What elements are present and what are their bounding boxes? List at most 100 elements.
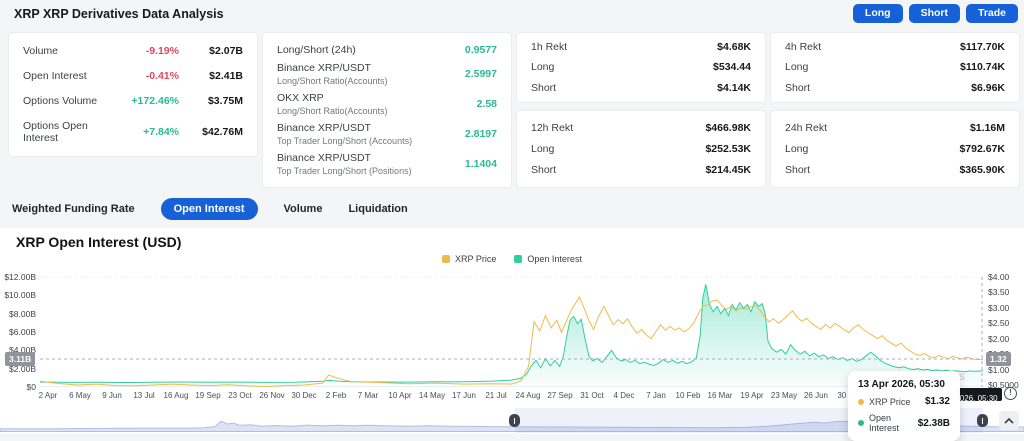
legend-swatch-green [514,255,523,263]
rekt-1h-card: 1h Rekt $4.68K Long $534.44 Short $4.14K [516,32,766,103]
legend-item-open-interest[interactable]: Open Interest [514,254,582,264]
ratio-row-binance-accounts: Binance XRP/USDT Long/Short Ratio(Accoun… [277,62,497,86]
tab-weighted-funding-rate[interactable]: Weighted Funding Rate [12,203,135,215]
left-axis-tick: $0 [26,381,36,392]
x-axis-tick: 7 Mar [357,391,379,400]
x-axis-tick: 9 Jun [102,391,122,400]
long-button[interactable]: Long [852,4,903,23]
rekt-12h-card: 12h Rekt $466.98K Long $252.53K Short $214.… [516,110,766,188]
rekt-short-label: Short [531,81,557,94]
chart-title: XRP Open Interest (USD) [16,234,182,250]
x-axis-tick: 26 Jun [803,391,829,400]
rekt-short-label: Short [785,164,811,177]
ratio-label: Binance XRP/USDT [277,122,371,134]
stat-value: $2.41B [209,70,243,83]
tooltip-label: XRP Price [869,396,911,407]
rekt-total: $4.68K [717,41,751,54]
rekt-title: 4h Rekt [785,41,822,54]
navigator-right-handle[interactable] [977,414,988,427]
ratio-value: 2.58 [476,98,497,110]
tooltip-row-open-interest: Open Interest $2.38B [858,413,950,433]
chevron-up-icon [1004,417,1014,424]
chart-tabs: Weighted Funding Rate Open Interest Volu… [12,196,408,222]
short-button[interactable]: Short [908,4,960,23]
main-plot[interactable] [40,272,983,387]
tooltip-value: $1.32 [924,396,950,407]
rekt-total: $466.98K [705,121,751,134]
collapse-navigator-button[interactable] [999,411,1019,430]
x-axis-tick: 24 Aug [515,391,541,400]
rekt-4h-card: 4h Rekt $117.70K Long $110.74K Short $6.96K [770,32,1020,103]
rekt-short-value: $365.90K [959,164,1005,177]
rekt-long-label: Long [785,61,809,74]
rekt-long-label: Long [785,142,809,155]
open-interest-area [40,284,983,387]
left-axis-tick: $8.00B [9,308,36,319]
right-axis-tick: $3.50 [988,287,1010,298]
stat-row-volume: Volume -9.19% $2.07B [23,45,243,57]
x-axis-tick: 4 Dec [613,391,635,400]
rekt-title: 1h Rekt [531,41,568,54]
left-axis-tick: $10.00B [4,290,36,301]
ratio-row-top-trader-positions: Binance XRP/USDT Top Trader Long/Short (… [277,152,497,176]
ratio-sublabel: Top Trader Long/Short (Accounts) [277,136,413,146]
rekt-24h-card: 24h Rekt $1.16M Long $792.67K Short $365.90… [770,110,1020,188]
rekt-long-value: $110.74K [960,61,1005,74]
stat-change: +7.84% [143,125,179,138]
ratio-row-24h: Long/Short (24h) 0.9577 [277,44,497,56]
stat-value: $2.07B [209,45,243,58]
tooltip-row-price: XRP Price $1.32 [858,396,950,407]
rekt-long-value: $792.67K [959,142,1005,155]
market-stats-card: Volume -9.19% $2.07B Open Interest -0.41… [8,32,258,157]
page-title: XRP XRP Derivatives Data Analysis [14,7,224,21]
legend-swatch-yellow [442,255,451,263]
ratio-row-okx-accounts: OKX XRP Long/Short Ratio(Accounts) 2.58 [277,92,497,116]
stat-row-open-interest: Open Interest -0.41% $2.41B [23,70,243,82]
x-axis-tick: 13 Jul [133,391,155,400]
stat-change: -0.41% [145,70,179,83]
tooltip-label: Open Interest [869,413,900,433]
chart-legend: XRP Price Open Interest [0,254,1024,264]
ratio-sublabel: Long/Short Ratio(Accounts) [277,76,388,86]
right-axis-tick: $1.00 [988,364,1010,375]
stat-label: Options Volume [23,94,98,107]
rekt-title: 24h Rekt [785,121,828,134]
rekt-long-value: $534.44 [713,61,751,74]
navigator-left-handle[interactable] [509,414,520,427]
x-axis-tick: 16 Mar [707,391,733,400]
header-actions: Long Short Trade [852,4,1018,23]
stat-change: -9.19% [145,45,179,58]
legend-item-xrp-price[interactable]: XRP Price [442,254,496,264]
chart-tooltip: 13 Apr 2026, 05:30 XRP Price $1.32 Open … [848,371,960,441]
tooltip-value: $2.38B [917,417,950,429]
long-short-ratios-card: Long/Short (24h) 0.9577 Binance XRP/USDT… [262,32,512,188]
x-axis-tick: 10 Apr [388,391,412,400]
stat-value: $42.76M [202,125,243,138]
info-icon[interactable]: ! [1004,387,1017,400]
x-axis-tick: 17 Jun [451,391,477,400]
tab-liquidation[interactable]: Liquidation [348,203,407,215]
x-axis-tick: 16 Aug [163,391,189,400]
crosshair-date-badge: 13 Apr 2026, 05:30 [956,388,1002,401]
right-axis-tick: $4.00 [988,272,1010,282]
x-axis-tick: 30 Dec [291,391,317,400]
right-axis-tick: $3.00 [988,302,1010,313]
stat-label: Volume [23,45,59,58]
rekt-short-value: $6.96K [971,81,1005,94]
rekt-short-value: $4.14K [717,81,751,94]
rekt-long-value: $252.53K [705,142,751,155]
ratio-label: Binance XRP/USDT [277,152,371,164]
stat-label: Options Open Interest [23,119,88,144]
x-axis-tick: 10 Feb [675,391,701,400]
xrp-derivatives-dashboard: XRP XRP Derivatives Data Analysis Long S… [0,0,1024,441]
price-dot-icon [858,398,864,405]
tab-open-interest[interactable]: Open Interest [160,198,258,220]
crosshair-right-badge: 1.32 [986,352,1011,366]
legend-label: Open Interest [527,254,582,264]
left-axis-tick: $6.00B [9,326,36,337]
rekt-short-label: Short [785,81,811,94]
tab-volume[interactable]: Volume [284,203,323,215]
right-axis-tick: $2.50 [988,318,1010,329]
trade-button[interactable]: Trade [965,4,1018,23]
x-axis-tick: 23 Oct [228,391,252,400]
